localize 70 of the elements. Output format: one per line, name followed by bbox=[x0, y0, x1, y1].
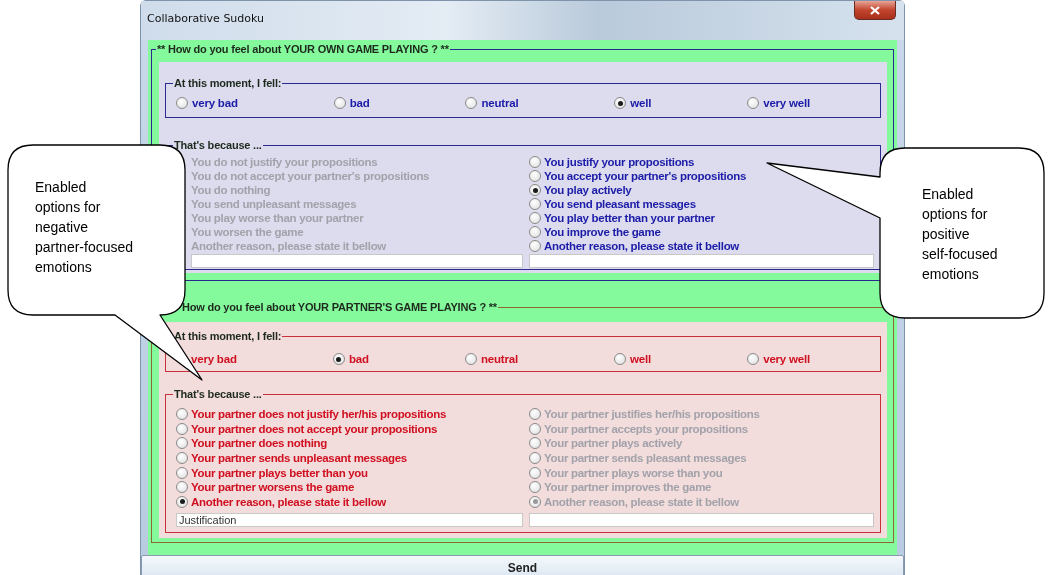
radio-button[interactable] bbox=[529, 156, 541, 168]
group-title: That's because ... bbox=[173, 138, 263, 152]
radio-option[interactable]: very bad bbox=[176, 96, 238, 110]
radio-button[interactable] bbox=[176, 466, 188, 479]
radio-option[interactable]: Your partner worsens the game bbox=[176, 479, 354, 495]
section-title: How do you feel about YOUR PARTNER'S GAME PLAYING ? ** bbox=[181, 300, 498, 314]
radio-option[interactable]: neutral bbox=[464, 352, 518, 366]
radio-option[interactable]: You send pleasant messages bbox=[529, 197, 696, 211]
window-title: Collaborative Sudoku bbox=[147, 12, 265, 25]
radio-button[interactable] bbox=[176, 422, 188, 435]
radio-button[interactable] bbox=[529, 495, 541, 508]
radio-button[interactable] bbox=[465, 97, 478, 109]
radio-button[interactable] bbox=[614, 97, 627, 109]
radio-button[interactable] bbox=[529, 452, 541, 465]
radio-option[interactable]: You play actively bbox=[529, 183, 632, 197]
radio-option[interactable]: You play better than your partner bbox=[529, 211, 715, 225]
radio-option[interactable]: bad bbox=[333, 96, 370, 110]
radio-button[interactable] bbox=[176, 495, 188, 508]
section-title: ** How do you feel about YOUR OWN GAME PLAYING ? ** bbox=[156, 42, 450, 56]
radio-option[interactable]: Another reason, please state it bellow bbox=[176, 494, 387, 510]
radio-button[interactable] bbox=[529, 422, 541, 435]
radio-option[interactable]: You improve the game bbox=[529, 225, 661, 239]
group-title: That's because ... bbox=[173, 387, 263, 401]
radio-button[interactable] bbox=[176, 452, 188, 465]
radio-button[interactable] bbox=[529, 170, 541, 182]
text-field[interactable]: Justification bbox=[176, 513, 523, 528]
radio-option[interactable]: very well bbox=[747, 352, 810, 366]
close-icon bbox=[870, 5, 880, 15]
radio-button[interactable] bbox=[333, 97, 346, 109]
close-button[interactable] bbox=[854, 1, 896, 20]
radio-option[interactable]: Your partner does not accept your propositions bbox=[176, 421, 438, 437]
radio-option[interactable]: neutral bbox=[465, 96, 519, 110]
radio-option[interactable]: Your partner does nothing bbox=[176, 436, 328, 451]
radio-button[interactable] bbox=[747, 353, 760, 365]
radio-button[interactable] bbox=[529, 481, 541, 494]
text-field[interactable] bbox=[529, 513, 874, 528]
text-field[interactable] bbox=[529, 254, 874, 268]
radio-button[interactable] bbox=[176, 408, 188, 421]
radio-button[interactable] bbox=[747, 97, 760, 109]
radio-button[interactable] bbox=[529, 226, 541, 238]
radio-option[interactable]: bad bbox=[332, 352, 369, 366]
radio-button[interactable] bbox=[529, 184, 541, 196]
radio-option[interactable]: well bbox=[614, 352, 651, 366]
text-field[interactable] bbox=[191, 254, 523, 268]
radio-option[interactable]: very well bbox=[747, 96, 810, 110]
radio-button[interactable] bbox=[529, 240, 541, 252]
radio-option[interactable]: Another reason, please state it bellow bbox=[529, 239, 740, 253]
callout-text: Enabled options for negative partner-focused emotions bbox=[35, 178, 134, 277]
radio-option[interactable]: You accept your partner's propositions bbox=[529, 169, 746, 183]
radio-button[interactable] bbox=[529, 437, 541, 450]
radio-button[interactable] bbox=[529, 212, 541, 224]
callout-text: Enabled options for positive self-focused emotions bbox=[922, 185, 998, 284]
radio-button[interactable] bbox=[529, 408, 541, 421]
radio-button[interactable] bbox=[332, 353, 345, 365]
group-title: At this moment, I fell: bbox=[173, 76, 283, 90]
radio-option[interactable]: Your partner does not justify her/his propositions bbox=[176, 407, 447, 422]
radio-option[interactable]: You justify your propositions bbox=[529, 155, 695, 169]
radio-button[interactable] bbox=[614, 353, 627, 365]
radio-button[interactable] bbox=[176, 481, 188, 494]
radio-option[interactable]: very bad bbox=[191, 352, 237, 366]
group-title: At this moment, I fell: bbox=[173, 329, 283, 343]
radio-option[interactable]: well bbox=[614, 96, 652, 110]
radio-button[interactable] bbox=[529, 198, 541, 210]
radio-option[interactable]: Your partner plays better than you bbox=[176, 465, 368, 480]
radio-option[interactable]: Your partner sends unpleasant messages bbox=[176, 450, 407, 466]
send-button[interactable]: Send bbox=[141, 555, 904, 575]
radio-button[interactable] bbox=[529, 466, 541, 479]
radio-button[interactable] bbox=[176, 97, 188, 109]
radio-button[interactable] bbox=[464, 353, 477, 365]
radio-button[interactable] bbox=[176, 437, 188, 450]
